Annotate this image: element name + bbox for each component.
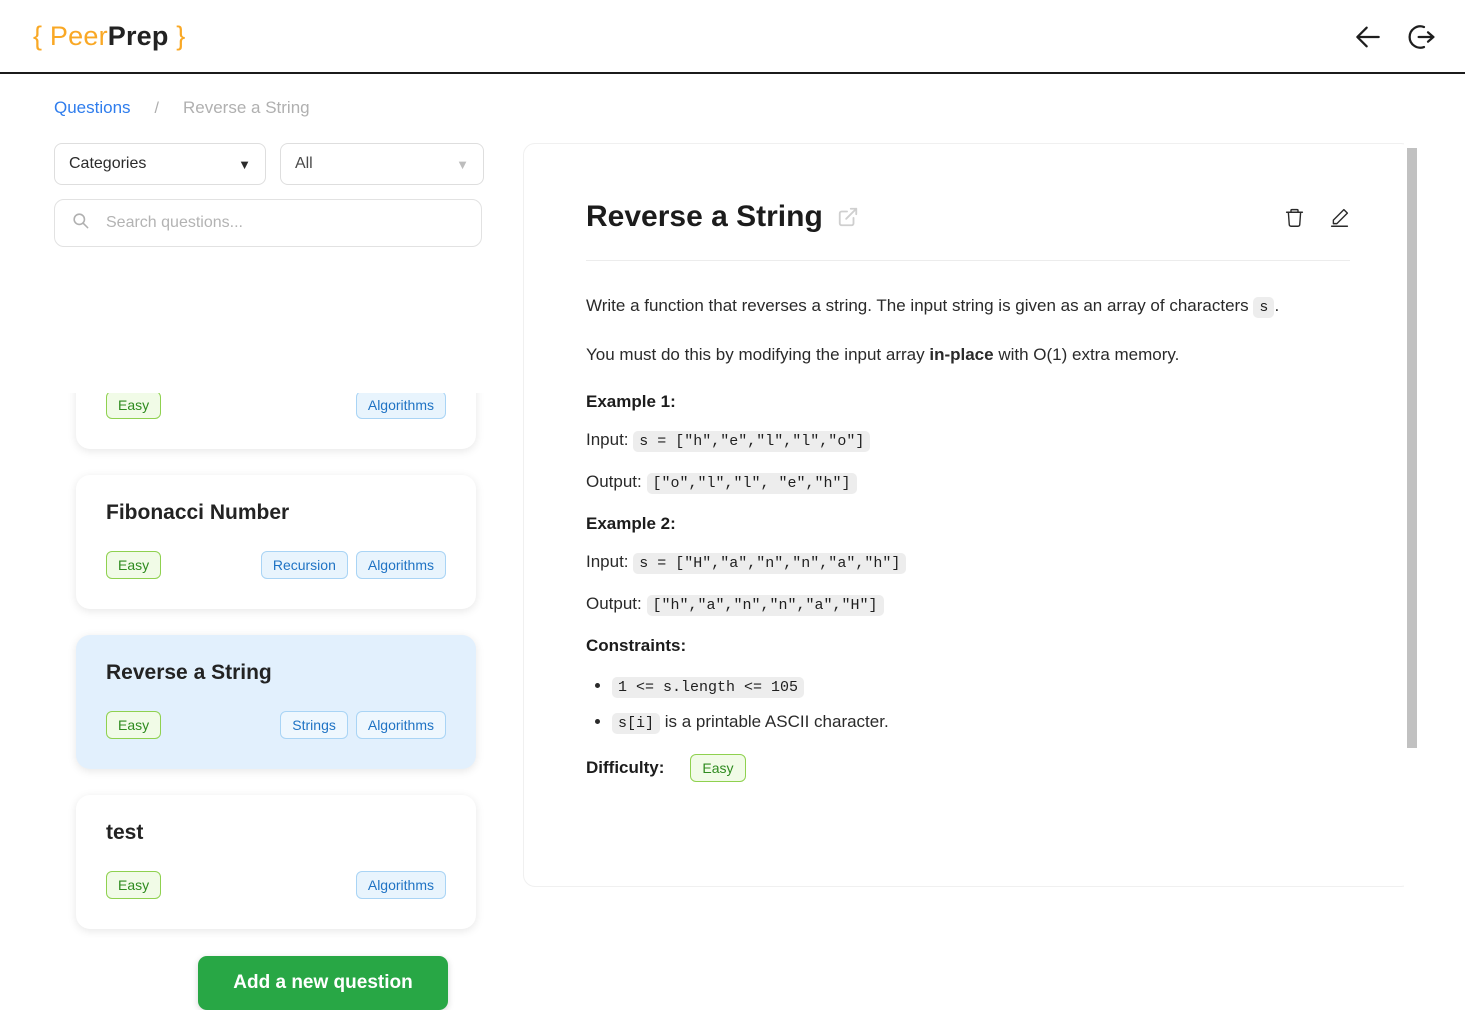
chevron-down-icon: ▼ bbox=[456, 156, 469, 172]
tag-chip: Algorithms bbox=[355, 711, 446, 739]
search-input[interactable] bbox=[106, 214, 465, 232]
breadcrumb: Questions / Reverse a String bbox=[54, 98, 310, 118]
desc-p2-bold: in-place bbox=[929, 344, 994, 364]
logo-prep-text: Prep bbox=[107, 20, 169, 51]
inline-code: ["o","l","l", "e","h"] bbox=[646, 472, 857, 494]
app-header: { PeerPrep } bbox=[0, 0, 1465, 74]
filter-row: Categories ▼ All ▼ bbox=[54, 143, 484, 185]
header-actions bbox=[1351, 0, 1437, 74]
questions-sidebar: Categories ▼ All ▼ Easy Algorithms bbox=[54, 143, 484, 1010]
example-2-heading: Example 2: bbox=[586, 513, 676, 533]
list-item-selected[interactable]: Reverse a String Easy Strings Algorithms bbox=[76, 635, 476, 769]
difficulty-label: Difficulty: bbox=[586, 757, 665, 777]
constraints-heading: Constraints: bbox=[586, 635, 687, 655]
external-link-icon[interactable] bbox=[837, 206, 859, 228]
logout-icon[interactable] bbox=[1403, 20, 1437, 54]
question-actions bbox=[1284, 207, 1350, 228]
questions-list-scroll-area[interactable]: Easy Algorithms Fibonacci Number Easy Re… bbox=[54, 393, 484, 938]
logo-peer-text: Peer bbox=[49, 20, 108, 51]
logo-open-brace: { bbox=[33, 20, 43, 51]
inline-code: s bbox=[1253, 297, 1275, 318]
list-item[interactable]: Easy Algorithms bbox=[76, 393, 476, 449]
description-paragraph-2: You must do this by modifying the input … bbox=[586, 340, 1350, 370]
desc-p2-pre: You must do this by modifying the input … bbox=[586, 344, 930, 364]
status-badge: Easy bbox=[106, 393, 162, 419]
page-scrollbar-track[interactable] bbox=[1404, 143, 1419, 887]
tag-chip: Algorithms bbox=[355, 551, 446, 579]
category-filter-select[interactable]: Categories ▼ bbox=[54, 143, 266, 185]
back-arrow-icon[interactable] bbox=[1351, 20, 1385, 54]
page-scrollbar-thumb[interactable] bbox=[1407, 148, 1417, 748]
difficulty-row: Difficulty: Easy bbox=[586, 753, 1350, 782]
difficulty-badge: Easy bbox=[690, 753, 746, 782]
page-title: Reverse a String bbox=[586, 200, 823, 233]
input-label: Input: bbox=[586, 551, 629, 571]
question-card-tags: Algorithms bbox=[355, 871, 446, 899]
desc-p1-post: . bbox=[1274, 296, 1280, 315]
constraint-item: s[i] is a printable ASCII character. bbox=[612, 711, 1350, 734]
list-item[interactable]: test Easy Algorithms bbox=[76, 795, 476, 929]
constraints-list: 1 <= s.length <= 105 s[i] is a printable… bbox=[612, 676, 1350, 734]
input-label: Input: bbox=[586, 429, 629, 449]
question-card-meta: Easy Recursion Algorithms bbox=[106, 551, 446, 579]
breadcrumb-questions-link[interactable]: Questions bbox=[54, 98, 131, 118]
logo-close-brace: } bbox=[176, 20, 186, 51]
chevron-down-icon: ▼ bbox=[238, 156, 251, 172]
list-item[interactable]: Fibonacci Number Easy Recursion Algorith… bbox=[76, 475, 476, 609]
inline-code: s[i] bbox=[612, 712, 661, 734]
inline-code: s = ["h","e","l","l","o"] bbox=[633, 430, 871, 452]
question-card-tags: Strings Algorithms bbox=[280, 711, 446, 739]
pencil-edit-icon[interactable] bbox=[1329, 207, 1350, 228]
category-filter-value: Categories bbox=[69, 155, 147, 172]
difficulty-filter-select[interactable]: All ▼ bbox=[279, 143, 484, 185]
desc-p2-post: with O(1) extra memory. bbox=[993, 344, 1180, 364]
title-divider bbox=[586, 260, 1350, 261]
tag-chip: Recursion bbox=[260, 551, 348, 579]
example-1-output: Output: ["o","l","l", "e","h"] bbox=[586, 471, 1350, 494]
example-1-input: Input: s = ["h","e","l","l","o"] bbox=[586, 429, 1350, 452]
question-card-meta: Easy Algorithms bbox=[106, 393, 446, 419]
constraint-2-text: is a printable ASCII character. bbox=[660, 711, 889, 731]
output-label: Output: bbox=[586, 471, 642, 491]
add-new-question-button[interactable]: Add a new question bbox=[198, 956, 448, 1010]
description-paragraph-1: Write a function that reverses a string.… bbox=[586, 291, 1350, 322]
example-2-output: Output: ["h","a","n","n","a","H"] bbox=[586, 593, 1350, 616]
question-card-tags: Recursion Algorithms bbox=[260, 551, 446, 579]
question-card-title: test bbox=[106, 821, 144, 844]
search-box[interactable] bbox=[54, 199, 482, 247]
inline-code: s = ["H","a","n","n","a","h"] bbox=[633, 552, 907, 574]
example-2-input: Input: s = ["H","a","n","n","a","h"] bbox=[586, 551, 1350, 574]
inline-code: 1 <= s.length <= 105 bbox=[612, 676, 805, 698]
inline-code: ["h","a","n","n","a","H"] bbox=[646, 594, 884, 616]
status-badge: Easy bbox=[106, 871, 162, 899]
example-1-heading: Example 1: bbox=[586, 391, 676, 411]
app-logo[interactable]: { PeerPrep } bbox=[33, 21, 186, 52]
question-card-title: Reverse a String bbox=[106, 661, 272, 684]
question-detail-panel: Reverse a String Write a function that r… bbox=[523, 143, 1413, 887]
tag-chip: Strings bbox=[280, 711, 348, 739]
question-card-title: Fibonacci Number bbox=[106, 501, 290, 524]
question-title-row: Reverse a String bbox=[586, 200, 1350, 234]
status-badge: Easy bbox=[106, 551, 162, 579]
difficulty-filter-value: All bbox=[294, 155, 313, 172]
question-detail-content: Reverse a String Write a function that r… bbox=[524, 144, 1412, 782]
tag-chip: Algorithms bbox=[355, 393, 446, 419]
output-label: Output: bbox=[586, 593, 642, 613]
question-description: Write a function that reverses a string.… bbox=[586, 291, 1350, 370]
constraint-item: 1 <= s.length <= 105 bbox=[612, 676, 1350, 698]
breadcrumb-separator: / bbox=[154, 100, 159, 117]
search-icon bbox=[71, 211, 90, 235]
tag-chip: Algorithms bbox=[355, 871, 446, 899]
trash-icon[interactable] bbox=[1284, 207, 1305, 228]
breadcrumb-current: Reverse a String bbox=[183, 98, 310, 117]
question-card-meta: Easy Algorithms bbox=[106, 871, 446, 899]
status-badge: Easy bbox=[106, 711, 162, 739]
questions-list: Easy Algorithms Fibonacci Number Easy Re… bbox=[54, 393, 484, 933]
desc-p1-pre: Write a function that reverses a string.… bbox=[586, 296, 1254, 315]
question-card-meta: Easy Strings Algorithms bbox=[106, 711, 446, 739]
question-card-tags: Algorithms bbox=[355, 393, 446, 419]
